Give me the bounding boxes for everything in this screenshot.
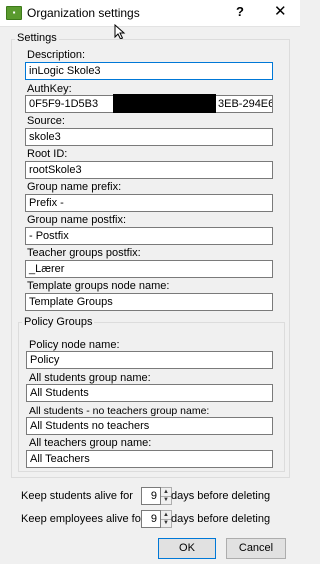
root-id-input[interactable]: rootSkole3 [25,161,273,179]
help-button[interactable]: ? [236,4,244,19]
all-students-no-teachers-group-name-label: All students - no teachers group name: [29,405,210,417]
group-name-prefix-input[interactable]: Prefix - [25,194,273,212]
authkey-label: AuthKey: [27,83,72,95]
root-id-label: Root ID: [27,148,68,160]
all-students-no-teachers-group-name-input[interactable]: All Students no teachers [26,417,273,435]
all-students-group-name-label: All students group name: [29,372,151,384]
group-name-prefix-label: Group name prefix: [27,181,122,193]
keep-students-days-input[interactable]: 9 [141,487,161,505]
keep-employees-days-input[interactable]: 9 [141,510,161,528]
keep-employees-alive-label: Keep employees alive for [21,513,145,525]
cancel-button[interactable]: Cancel [226,538,286,559]
group-name-postfix-label: Group name postfix: [27,214,127,226]
all-teachers-group-name-input[interactable]: All Teachers [26,450,273,468]
authkey-value-start: 0F5F9-1D5B3 [29,98,99,110]
source-input[interactable]: skole3 [25,128,273,146]
all-students-group-name-input[interactable]: All Students [26,384,273,402]
authkey-value-end: 3EB-294E6 [218,98,273,110]
students-spin-down-icon[interactable]: ▼ [161,496,171,504]
teacher-groups-postfix-input[interactable]: _Lærer [25,260,273,278]
title-bar: ▪ Organization settings ? ✕ [0,0,300,27]
source-label: Source: [27,115,65,127]
authkey-redaction [113,94,216,113]
keep-students-alive-label: Keep students alive for [21,490,133,502]
policy-node-name-input[interactable]: Policy [26,351,273,369]
policy-node-name-label: Policy node name: [29,339,120,351]
ok-button[interactable]: OK [158,538,216,559]
window-title: Organization settings [27,6,140,20]
all-teachers-group-name-label: All teachers group name: [29,437,152,449]
mouse-pointer-icon [114,24,126,40]
keep-employees-suffix-label: days before deleting [171,513,271,525]
template-groups-node-name-input[interactable]: Template Groups [25,293,273,311]
app-icon: ▪ [6,6,22,20]
description-label: Description: [27,49,86,61]
settings-group-label: Settings [15,32,59,44]
keep-students-suffix-label: days before deleting [171,490,271,502]
template-groups-node-name-label: Template groups node name: [27,280,170,292]
teacher-groups-postfix-label: Teacher groups postfix: [27,247,141,259]
group-name-postfix-input[interactable]: - Postfix [25,227,273,245]
employees-spin-down-icon[interactable]: ▼ [161,519,171,527]
close-button[interactable]: ✕ [274,2,287,20]
description-input[interactable]: inLogic Skole3 [25,62,273,80]
policy-groups-label: Policy Groups [22,316,95,328]
